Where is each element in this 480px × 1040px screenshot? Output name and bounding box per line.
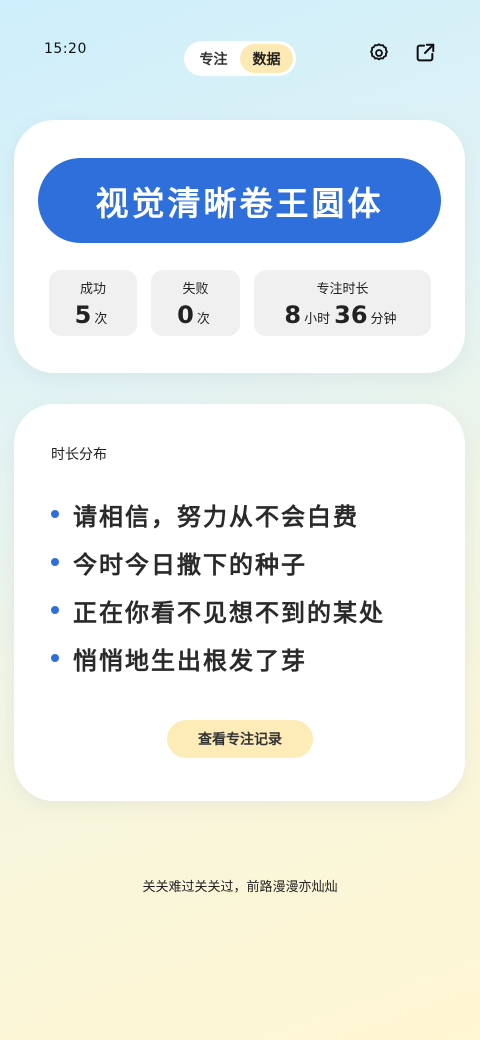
section-title: 时长分布 [51,447,107,463]
mode-switch: 专注 数据 [184,41,296,76]
list-item: 正在你看不见想不到的某处 [51,586,385,634]
status-time: 15:20 [44,41,87,57]
stat-fail-unit: 次 [196,311,210,327]
stat-hours-unit: 小时 [304,311,331,327]
stat-success-label: 成功 [79,281,106,297]
stat-fail-label: 失败 [182,281,209,297]
stat-minutes-value: 36 [334,300,368,329]
distribution-card: 时长分布 请相信，努力从不会白费 今时今日撒下的种子 正在你看不见想不到的某处 … [14,404,465,801]
stat-success: 成功 5 次 [49,270,137,336]
stat-focus-time-label: 专注时长 [316,281,369,297]
tab-data[interactable]: 数据 [240,44,293,73]
stat-hours-value: 8 [284,300,302,329]
list-item-text: 悄悄地生出根发了芽 [73,646,307,675]
list-item: 悄悄地生出根发了芽 [51,634,385,682]
list-item-text: 请相信，努力从不会白费 [73,502,359,531]
gear-icon[interactable] [366,40,392,66]
share-icon[interactable] [412,40,438,66]
list-item: 今时今日撒下的种子 [51,538,385,586]
list-item-text: 今时今日撒下的种子 [73,550,307,579]
title-banner: 视觉清晰卷王圆体 [38,158,441,243]
stat-minutes-unit: 分钟 [370,311,397,327]
view-records-button[interactable]: 查看专注记录 [167,720,313,758]
stat-success-value: 5 [74,300,92,329]
bullet-dot-icon [51,510,59,518]
stat-fail-value: 0 [177,300,194,329]
bullet-dot-icon [51,606,59,614]
list-item: 请相信，努力从不会白费 [51,490,385,538]
list-item-text: 正在你看不见想不到的某处 [73,598,385,627]
footer-text: 关关难过关关过，前路漫漫亦灿灿 [142,880,338,895]
stat-success-unit: 次 [94,311,108,327]
tab-focus[interactable]: 专注 [187,44,240,73]
bullet-dot-icon [51,654,59,662]
summary-card: 视觉清晰卷王圆体 成功 5 次 失败 0 次 专注时长 8 小时 36 分钟 [14,120,465,373]
quote-list: 请相信，努力从不会白费 今时今日撒下的种子 正在你看不见想不到的某处 悄悄地生出… [51,490,385,682]
bullet-dot-icon [51,558,59,566]
stat-focus-time: 专注时长 8 小时 36 分钟 [254,270,431,336]
stat-fail: 失败 0 次 [151,270,240,336]
